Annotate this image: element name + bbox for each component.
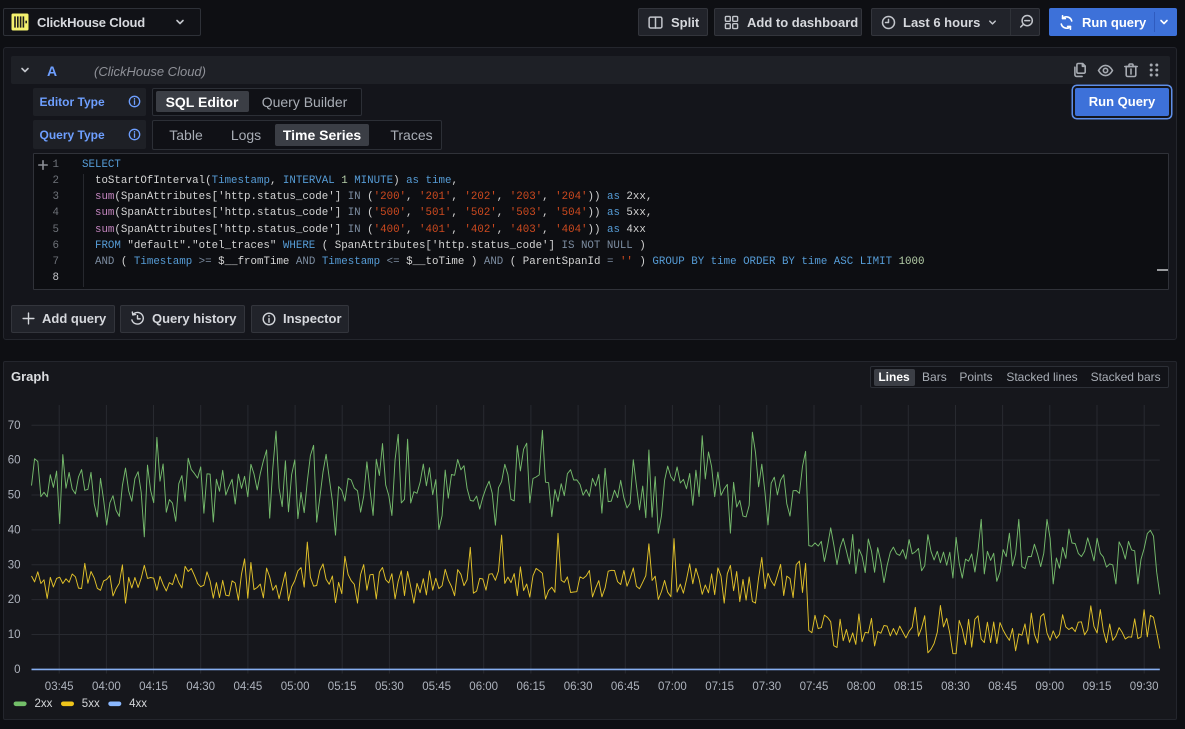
svg-text:2xx: 2xx bbox=[35, 698, 53, 710]
svg-text:40: 40 bbox=[8, 525, 21, 537]
svg-text:06:30: 06:30 bbox=[564, 681, 593, 693]
svg-text:0: 0 bbox=[14, 664, 20, 676]
svg-text:07:30: 07:30 bbox=[752, 681, 781, 693]
svg-text:08:45: 08:45 bbox=[988, 681, 1017, 693]
svg-text:06:00: 06:00 bbox=[469, 681, 498, 693]
svg-text:5xx: 5xx bbox=[82, 698, 100, 710]
svg-text:05:30: 05:30 bbox=[375, 681, 404, 693]
svg-text:07:45: 07:45 bbox=[800, 681, 829, 693]
svg-text:04:45: 04:45 bbox=[234, 681, 263, 693]
svg-text:04:30: 04:30 bbox=[186, 681, 215, 693]
svg-text:05:00: 05:00 bbox=[281, 681, 310, 693]
svg-text:08:30: 08:30 bbox=[941, 681, 970, 693]
svg-text:07:00: 07:00 bbox=[658, 681, 687, 693]
svg-text:50: 50 bbox=[8, 490, 21, 502]
svg-text:10: 10 bbox=[8, 629, 21, 641]
svg-text:06:45: 06:45 bbox=[611, 681, 640, 693]
svg-text:08:00: 08:00 bbox=[847, 681, 876, 693]
svg-text:08:15: 08:15 bbox=[894, 681, 923, 693]
svg-text:05:45: 05:45 bbox=[422, 681, 451, 693]
svg-text:60: 60 bbox=[8, 455, 21, 467]
svg-text:09:00: 09:00 bbox=[1035, 681, 1064, 693]
svg-text:07:15: 07:15 bbox=[705, 681, 734, 693]
svg-text:4xx: 4xx bbox=[129, 698, 147, 710]
svg-text:06:15: 06:15 bbox=[517, 681, 546, 693]
svg-text:70: 70 bbox=[8, 420, 21, 432]
svg-text:04:00: 04:00 bbox=[92, 681, 121, 693]
svg-text:03:45: 03:45 bbox=[45, 681, 74, 693]
svg-text:05:15: 05:15 bbox=[328, 681, 357, 693]
svg-text:09:15: 09:15 bbox=[1083, 681, 1112, 693]
svg-text:04:15: 04:15 bbox=[139, 681, 168, 693]
svg-text:20: 20 bbox=[8, 594, 21, 606]
svg-text:09:30: 09:30 bbox=[1130, 681, 1159, 693]
svg-text:30: 30 bbox=[8, 559, 21, 571]
